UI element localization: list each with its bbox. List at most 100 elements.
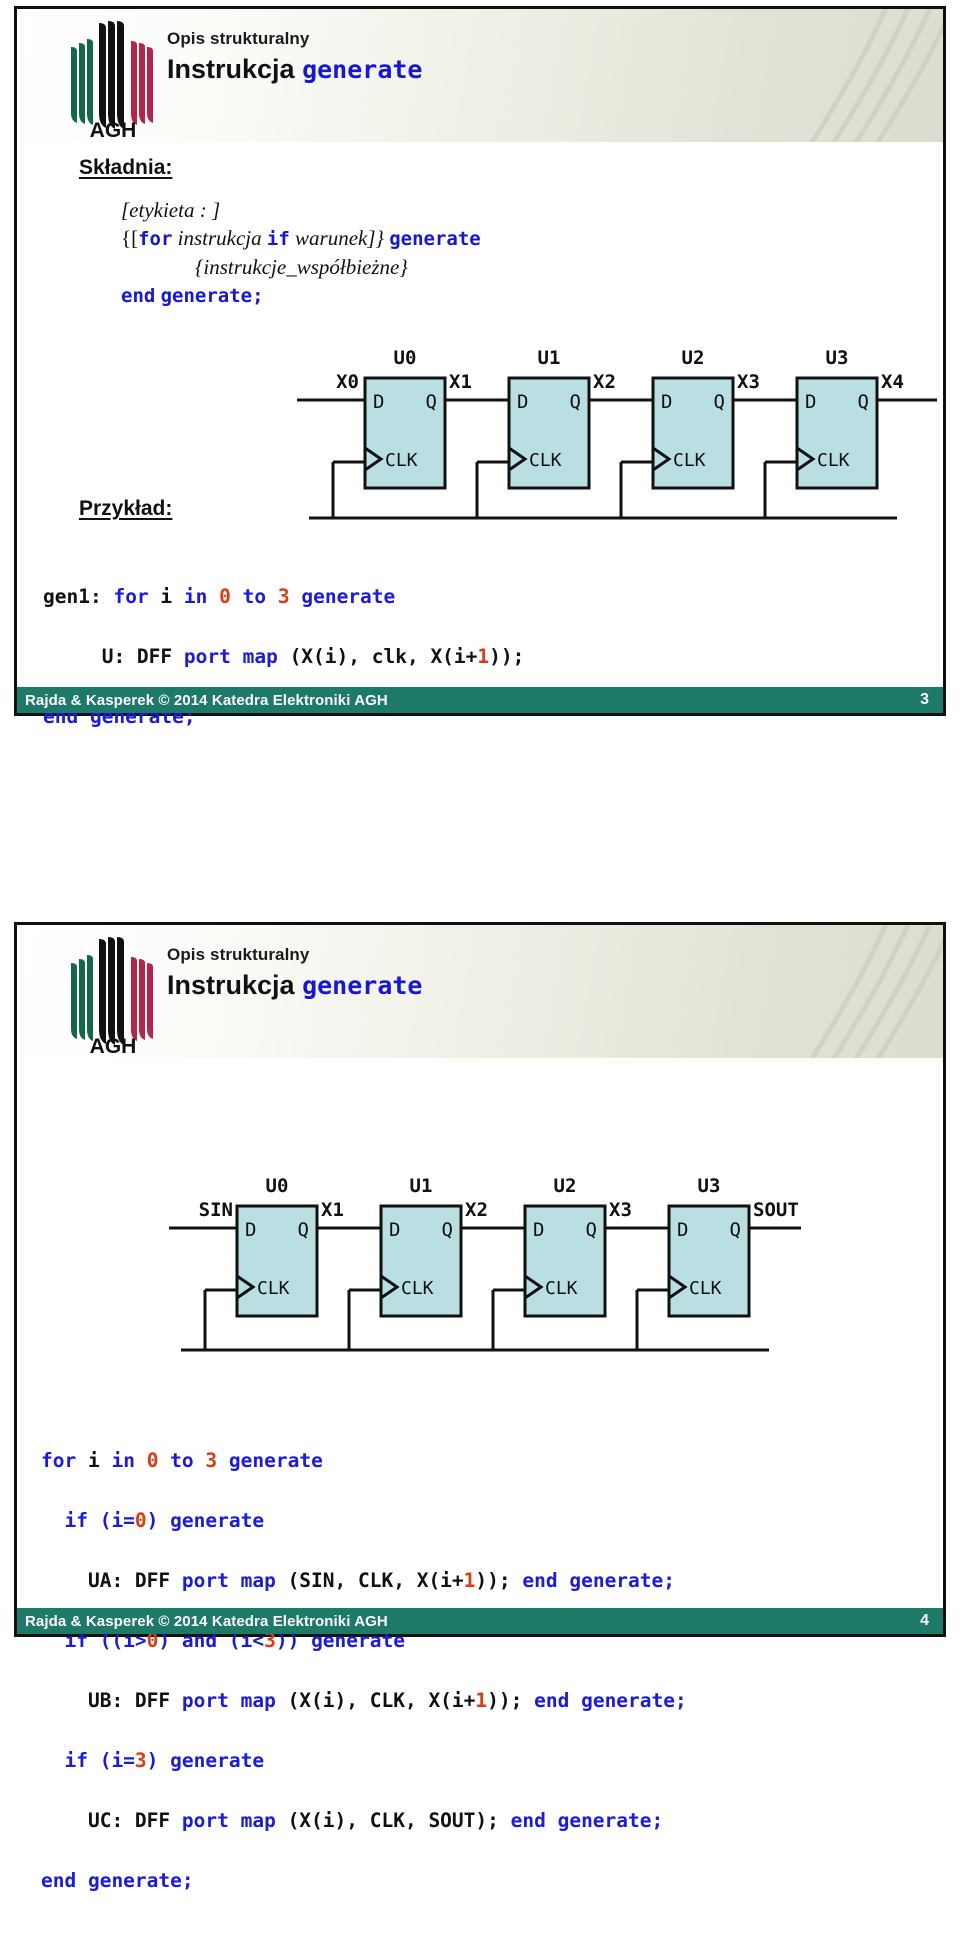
footer-credit-2: Rajda & Kasperek © 2014 Katedra Elektron… xyxy=(25,1612,388,1630)
code2-ua-portmap: port map xyxy=(181,1569,288,1592)
generate-code-block: for i in 0 to 3 generate if (i=0) genera… xyxy=(41,1416,687,1956)
code2-ub-close: )); xyxy=(487,1689,535,1712)
syntax-kw-if: if xyxy=(266,228,290,250)
code-var-i: i xyxy=(160,585,184,608)
code-num-3: 3 xyxy=(277,585,290,608)
slide-subtitle-2: Opis strukturalny xyxy=(167,945,310,964)
dff-label-u0-2: U0 xyxy=(266,1175,289,1197)
syntax-italic-instrukcja: instrukcja xyxy=(177,226,262,250)
ff-group-3: U3 D Q CLK xyxy=(795,347,879,490)
dff-d-u0-2: D xyxy=(245,1219,256,1241)
header-titles: Opis strukturalny Instrukcja generate xyxy=(167,29,423,87)
footer-credit: Rajda & Kasperek © 2014 Katedra Elektron… xyxy=(25,691,388,709)
code2-uc-endgen: end generate; xyxy=(510,1809,664,1832)
agh-logo-text-2: AGH xyxy=(90,1035,137,1055)
slide-4: AGH Opis strukturalny Instrukcja generat… xyxy=(14,922,946,1892)
dff-d-u2: D xyxy=(661,391,672,413)
dff-clk-u0-2: CLK xyxy=(257,1278,290,1299)
code2-end-generate: end generate; xyxy=(41,1869,194,1892)
syntax-brace-open: {[ xyxy=(121,226,139,250)
shift-register-diagram-2: U0 D Q CLK U1 D Q CLK U2 D Q CLK U3 D Q … xyxy=(169,1170,809,1360)
code2-line-5: UB: DFF port map (X(i), CLK, X(i+1)); en… xyxy=(41,1686,687,1716)
syntax-line-3-text: {instrukcje_współbieżne} xyxy=(195,255,408,279)
dff-d-u2-2: D xyxy=(533,1219,544,1241)
dff-q-u1-2: Q xyxy=(442,1219,453,1241)
syntax-line-2: {[for instrukcja if warunek]} generate xyxy=(121,224,481,253)
dff-d-u1-2: D xyxy=(389,1219,400,1241)
signal-label-3: X3 xyxy=(737,371,760,393)
syntax-semicolon: ; xyxy=(252,285,264,307)
dff-q-u3: Q xyxy=(858,391,869,413)
syntax-italic-warunek: warunek]} xyxy=(295,226,384,250)
shift-register-diagram: U0 D Q CLK U1 D Q CLK U2 D Q CLK U3 D Q … xyxy=(297,342,937,527)
dff-d-u3: D xyxy=(805,391,816,413)
code-kw-to: to xyxy=(230,585,278,608)
dff-label-u3: U3 xyxy=(826,347,849,369)
syntax-kw-generate-2: generate xyxy=(160,285,253,307)
code2-line-7: UC: DFF port map (X(i), CLK, SOUT); end … xyxy=(41,1806,687,1836)
footer-page-number: 3 xyxy=(920,691,929,708)
agh-logo-2: AGH xyxy=(71,937,153,1055)
code2-ub-num: 1 xyxy=(475,1689,488,1712)
code2-kw-generate: generate xyxy=(217,1449,323,1472)
syntax-heading: Składnia: xyxy=(79,156,173,179)
footer-page-number-2: 4 xyxy=(920,1612,929,1629)
syntax-line-1-text: [etykieta : ] xyxy=(121,198,221,222)
code2-kw-to: to xyxy=(158,1449,206,1472)
code-kw-generate: generate xyxy=(289,585,396,608)
code2-if-a-end: ) generate xyxy=(146,1509,265,1532)
signal-label-x1-2: X1 xyxy=(321,1199,344,1221)
signal-label-x3-2: X3 xyxy=(609,1199,632,1221)
code2-ua-num: 1 xyxy=(463,1569,476,1592)
header-titles-2: Opis strukturalny Instrukcja generate xyxy=(167,945,423,1003)
slide-subtitle: Opis strukturalny xyxy=(167,29,310,48)
code-line-1: gen1: for i in 0 to 3 generate xyxy=(43,582,524,612)
code2-ua-args: (SIN, CLK, X(i+ xyxy=(287,1569,464,1592)
code-inst-u: U: DFF xyxy=(43,645,184,668)
dff-q-u3-2: Q xyxy=(730,1219,741,1241)
dff-label-u1: U1 xyxy=(538,347,561,369)
slide-header: AGH Opis strukturalny Instrukcja generat… xyxy=(17,9,943,142)
code2-line-8: end generate; xyxy=(41,1866,687,1896)
header-swoosh-decoration-2 xyxy=(809,925,943,1058)
code2-ub-args: (X(i), CLK, X(i+ xyxy=(287,1689,476,1712)
ff-group-3-2: U3 D Q CLK xyxy=(667,1175,751,1318)
syntax-kw-end: end xyxy=(121,285,156,307)
example-code-block: gen1: for i in 0 to 3 generate U: DFF po… xyxy=(43,552,524,792)
dff-clk-u0: CLK xyxy=(385,450,418,471)
code2-num-3: 3 xyxy=(205,1449,218,1472)
slide-title-keyword-2: generate xyxy=(302,971,423,1000)
slide-title-plain: Instrukcja xyxy=(167,54,295,84)
signal-label-4: X4 xyxy=(881,371,904,393)
code-portmap-close: )); xyxy=(489,645,525,668)
dff-clk-u2-2: CLK xyxy=(545,1278,578,1299)
code2-line-3: UA: DFF port map (SIN, CLK, X(i+1)); end… xyxy=(41,1566,687,1596)
dff-clk-u3-2: CLK xyxy=(689,1278,722,1299)
slide-footer-2: Rajda & Kasperek © 2014 Katedra Elektron… xyxy=(17,1608,943,1634)
code2-ua-endgen: end generate; xyxy=(522,1569,676,1592)
syntax-line-4: end generate; xyxy=(121,281,481,310)
code2-uc-portmap: port map xyxy=(181,1809,288,1832)
code2-if-a: if (i= xyxy=(41,1509,135,1532)
dff-d-u3-2: D xyxy=(677,1219,688,1241)
code-line-2: U: DFF port map (X(i), clk, X(i+1)); xyxy=(43,642,525,672)
code-kw-portmap: port map xyxy=(183,645,290,668)
dff-q-u0: Q xyxy=(426,391,437,413)
code2-ua-label: UA: DFF xyxy=(41,1569,182,1592)
code2-if-c-num: 3 xyxy=(134,1749,147,1772)
dff-d-u1: D xyxy=(517,391,528,413)
shift-register-svg: U0 D Q CLK U1 D Q CLK U2 D Q CLK U3 D Q … xyxy=(297,347,937,520)
code-num-1: 1 xyxy=(477,645,490,668)
code2-num-0: 0 xyxy=(146,1449,159,1472)
ff-group-0: U0 D Q CLK xyxy=(363,347,447,490)
code2-kw-for: for xyxy=(41,1449,88,1472)
ff-group-1-2: U1 D Q CLK xyxy=(379,1175,463,1318)
code2-line-2: if (i=0) generate xyxy=(41,1506,687,1536)
code2-uc-args: (X(i), CLK, SOUT); xyxy=(287,1809,511,1832)
code-kw-in: in xyxy=(183,585,220,608)
ff-group-1: U1 D Q CLK xyxy=(507,347,591,490)
syntax-line-3: {instrukcje_współbieżne} xyxy=(121,253,481,281)
dff-d-u0: D xyxy=(373,391,384,413)
slide-title-keyword: generate xyxy=(302,55,423,84)
dff-label-u2: U2 xyxy=(682,347,705,369)
